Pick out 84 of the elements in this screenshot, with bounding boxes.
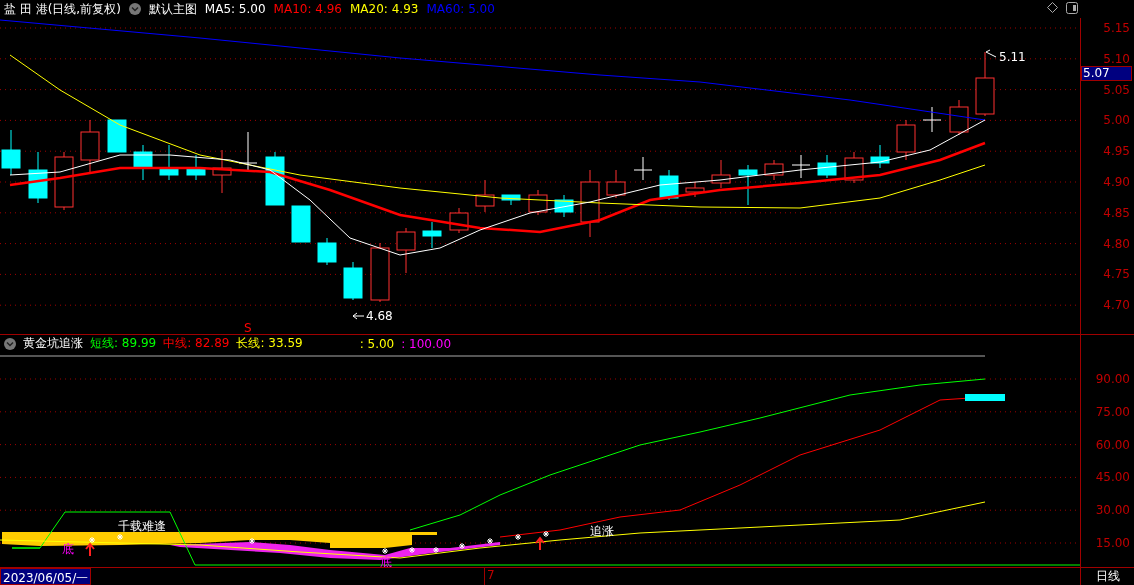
candlestick [949, 99, 969, 136]
signal-bar [965, 394, 1005, 401]
indicator-axis-label: 30.00 [1095, 503, 1130, 518]
up-arrow-icon [85, 542, 95, 557]
period-label[interactable]: 日线 [1080, 568, 1134, 585]
candlestick [870, 144, 890, 169]
indicator-name: 黄金坑追涨 [23, 335, 83, 352]
candlestick [186, 154, 206, 181]
indicator-value: : 5.00 [359, 336, 395, 351]
candlestick [291, 205, 311, 243]
candlestick [80, 119, 100, 173]
price-axis-label: 5.00 [1103, 113, 1130, 128]
candlestick [606, 169, 626, 199]
price-axis-label: 5.05 [1103, 82, 1130, 97]
candlestick [817, 154, 837, 179]
price-axis-label: 5.15 [1103, 21, 1130, 35]
candlestick [1, 129, 21, 176]
indicator-value: : 100.00 [401, 336, 452, 351]
up-arrow-icon [535, 536, 545, 551]
bottom-mark: 底 [380, 555, 392, 567]
ma-value: MA20: 4.93 [350, 2, 419, 16]
candlestick [922, 106, 942, 133]
date-label: 2023/06/05/一 [0, 568, 92, 585]
candlestick [133, 144, 153, 181]
price-axis-label: 4.95 [1103, 144, 1130, 159]
current-price-tag: 5.07 [1081, 66, 1132, 81]
candlestick [975, 51, 995, 117]
candlestick [685, 181, 705, 198]
price-axis-label: 4.70 [1103, 298, 1130, 313]
price-axis-label: 4.85 [1103, 205, 1130, 220]
candlestick [580, 169, 600, 238]
template-name: 默认主图 [148, 0, 197, 18]
indicator-axis-label: 45.00 [1095, 470, 1130, 485]
indicator-axis-label: 90.00 [1095, 372, 1130, 386]
ma-value: MA60: 5.00 [426, 2, 495, 16]
indicator-value: 长线: 33.59 [236, 335, 303, 352]
indicator-axis-label: 75.00 [1095, 404, 1130, 419]
stock-title: 盐 田 港(日线,前复权) [4, 0, 121, 18]
candlestick [159, 144, 179, 181]
candlestick [711, 159, 731, 189]
candlestick [370, 242, 390, 303]
candlestick [317, 237, 337, 266]
candlestick [475, 179, 495, 213]
diamond-icon[interactable] [1047, 2, 1058, 13]
price-axis-label: 5.10 [1103, 51, 1130, 66]
price-axis-label: 4.90 [1103, 175, 1130, 189]
pointer-icon [985, 49, 997, 58]
candlestick [501, 194, 521, 206]
bottom-mark: 底 [62, 542, 74, 556]
ma-value: MA5: 5.00 [204, 2, 266, 16]
candlestick [28, 151, 48, 204]
candlestick [791, 154, 811, 179]
candlestick [764, 159, 784, 181]
signal-label: 追涨 [590, 524, 614, 538]
dropdown-icon[interactable] [128, 3, 141, 15]
high-price-label: 5.11 [999, 50, 1026, 64]
price-axis-label: 4.80 [1103, 236, 1130, 251]
candlestick [54, 151, 74, 211]
candlestick [422, 221, 442, 249]
panel-toggle-icon[interactable] [1066, 2, 1078, 14]
signal-mark: S [244, 321, 252, 334]
candlestick [738, 164, 758, 206]
candlestick [633, 156, 653, 181]
candlestick [554, 194, 574, 218]
pointer-icon [352, 312, 365, 320]
dropdown-icon[interactable] [4, 337, 16, 350]
indicator-axis-label: 60.00 [1095, 437, 1130, 452]
indicator-value: 中线: 82.89 [163, 335, 230, 352]
price-axis-label: 4.75 [1103, 267, 1130, 282]
candlestick [844, 151, 864, 184]
candlestick [212, 149, 232, 194]
candlestick [896, 119, 916, 161]
candlestick [659, 169, 679, 201]
indicator-axis-label: 15.00 [1095, 536, 1130, 550]
candlestick [265, 151, 285, 206]
candlestick [107, 119, 127, 153]
signal-label: 千载难逢 [118, 519, 166, 533]
candlestick [343, 261, 363, 301]
indicator-value: 短线: 89.99 [90, 335, 157, 352]
candlestick [396, 227, 416, 274]
low-price-label: 4.68 [366, 309, 393, 323]
ma-value: MA10: 4.96 [273, 2, 342, 16]
candlestick [449, 207, 469, 234]
candlestick [528, 189, 548, 216]
